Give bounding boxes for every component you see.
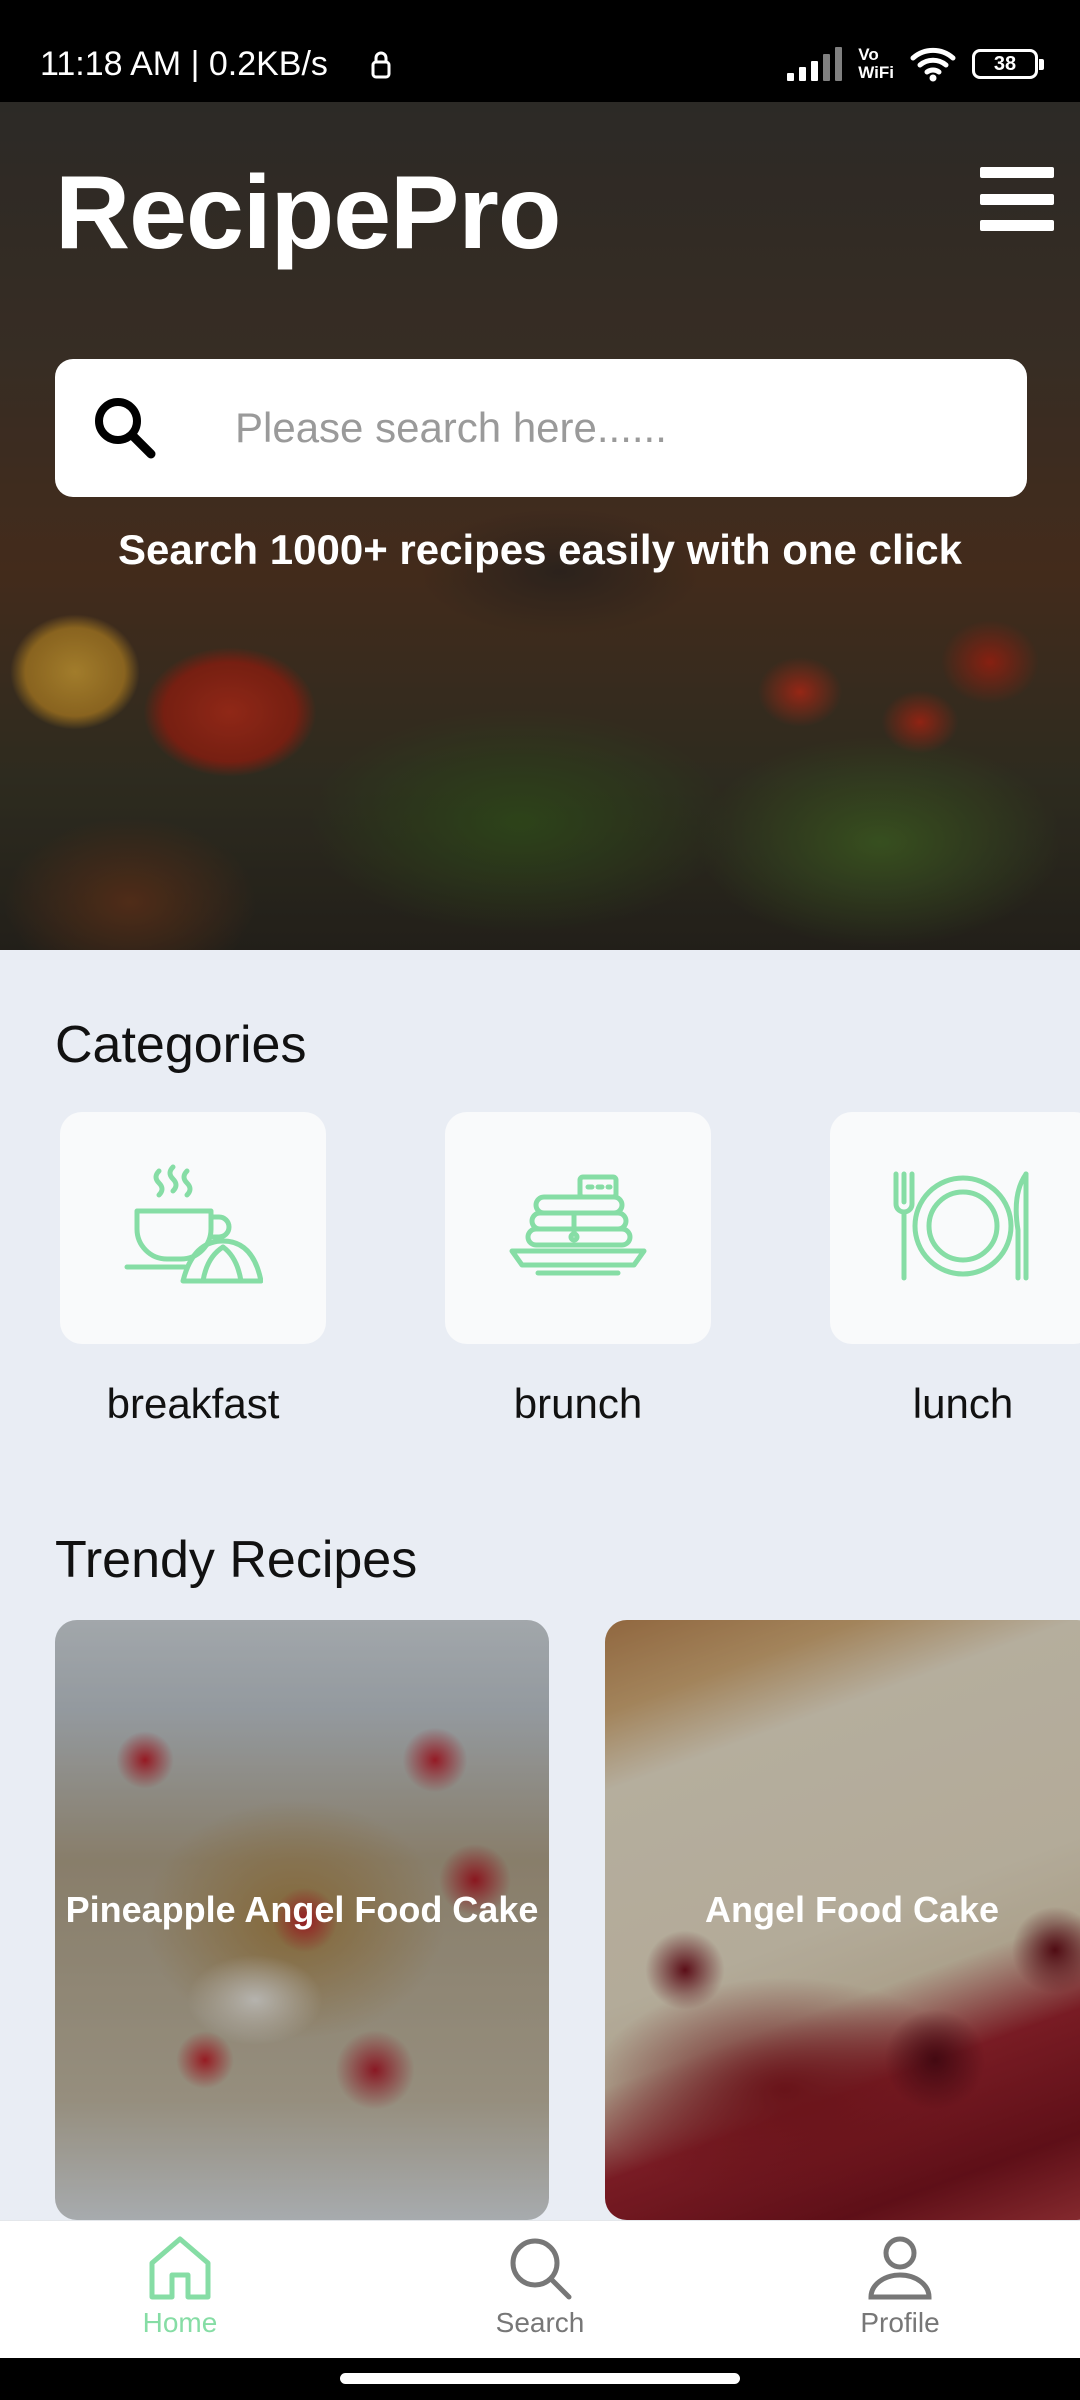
wifi-icon bbox=[910, 47, 956, 82]
nav-home-label: Home bbox=[142, 2307, 218, 2338]
recipe-card-angel-food-cake[interactable]: Angel Food Cake bbox=[605, 1620, 1080, 2220]
app-title: RecipePro bbox=[55, 155, 561, 271]
nav-search-label: Search bbox=[495, 2307, 585, 2338]
category-label: brunch bbox=[513, 1380, 643, 1427]
category-breakfast[interactable]: breakfast bbox=[60, 1112, 326, 1428]
category-card[interactable] bbox=[60, 1112, 326, 1344]
signal-icon bbox=[787, 47, 843, 81]
battery-level: 38 bbox=[993, 52, 1017, 75]
plate-fork-knife-icon bbox=[893, 1171, 1029, 1281]
menu-icon bbox=[980, 167, 1054, 178]
category-lunch[interactable]: lunch bbox=[830, 1112, 1080, 1428]
recipe-name: Angel Food Cake bbox=[704, 1889, 1000, 1930]
bottom-navigation: Home Search Profile bbox=[0, 2220, 1080, 2358]
home-gesture-bar[interactable] bbox=[340, 2373, 740, 2384]
search-icon bbox=[95, 398, 156, 459]
recipe-name: Pineapple Angel Food Cake bbox=[65, 1889, 539, 1930]
search-icon bbox=[510, 2238, 572, 2300]
categories-heading: Categories bbox=[55, 1016, 307, 1074]
battery-icon: 38 bbox=[972, 49, 1044, 79]
menu-button[interactable] bbox=[980, 167, 1054, 231]
home-icon bbox=[149, 2236, 211, 2300]
search-input[interactable] bbox=[235, 404, 995, 452]
pancake-stack-icon bbox=[509, 1174, 647, 1276]
status-time: 11:18 AM | 0.2KB/s bbox=[40, 45, 328, 83]
category-card[interactable] bbox=[830, 1112, 1080, 1344]
category-card[interactable] bbox=[445, 1112, 711, 1344]
category-label: breakfast bbox=[106, 1380, 280, 1427]
trendy-recipes-heading: Trendy Recipes bbox=[55, 1531, 418, 1589]
hero-tagline: Search 1000+ recipes easily with one cli… bbox=[118, 526, 962, 573]
nav-profile[interactable]: Profile bbox=[800, 2235, 1000, 2339]
gesture-area bbox=[0, 2358, 1080, 2400]
category-brunch[interactable]: brunch bbox=[445, 1112, 711, 1428]
vowifi-icon: Vo WiFi bbox=[858, 46, 894, 82]
vowifi-top-label: Vo bbox=[858, 45, 879, 64]
nav-profile-label: Profile bbox=[860, 2307, 940, 2338]
profile-icon bbox=[868, 2236, 932, 2300]
nav-home[interactable]: Home bbox=[80, 2235, 280, 2339]
coffee-croissant-icon bbox=[124, 1164, 263, 1284]
category-label: lunch bbox=[912, 1380, 1014, 1427]
status-icons: Vo WiFi 38 bbox=[787, 40, 1044, 88]
search-bar[interactable] bbox=[55, 359, 1027, 497]
hero-banner: RecipePro Search 1000+ recipes easily wi… bbox=[0, 102, 1080, 950]
vowifi-bottom-label: WiFi bbox=[858, 63, 894, 82]
nav-search[interactable]: Search bbox=[440, 2235, 640, 2339]
vpn-key-icon bbox=[371, 51, 391, 79]
status-bar: 11:18 AM | 0.2KB/s Vo WiFi 38 bbox=[0, 0, 1080, 102]
recipe-card-pineapple-angel-food-cake[interactable]: Pineapple Angel Food Cake bbox=[55, 1620, 549, 2220]
